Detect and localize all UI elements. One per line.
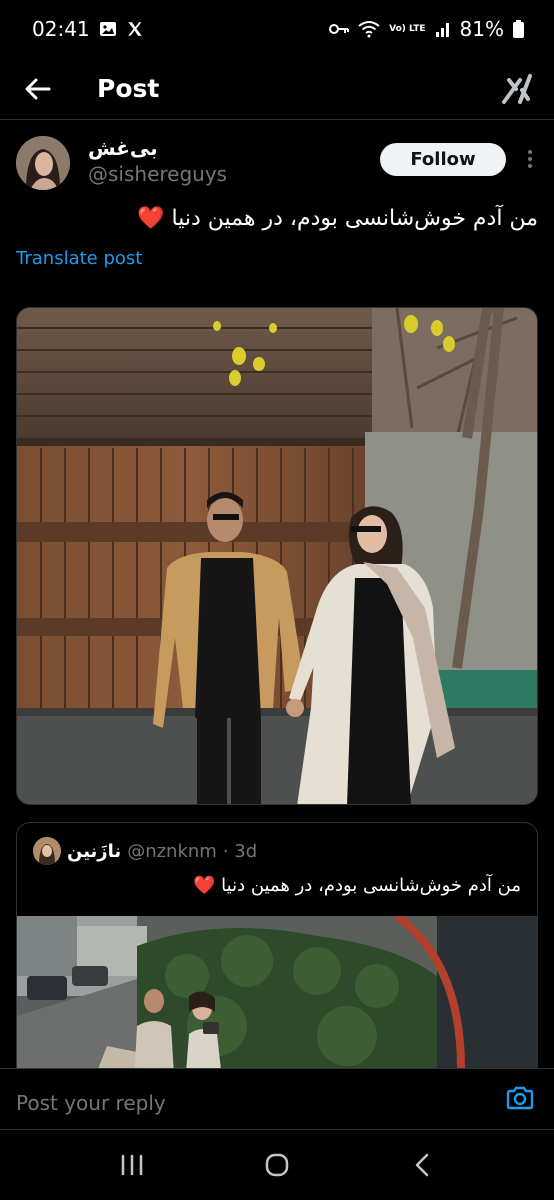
avatar[interactable]: [16, 136, 70, 190]
quote-body: من آدم خوش‌شانسی بودم، در همین دنیا: [221, 875, 521, 896]
quote-avatar: [33, 837, 61, 865]
grok-icon: [502, 74, 532, 104]
status-time: 02:41: [32, 17, 90, 41]
system-nav-bar: [0, 1130, 554, 1200]
status-bar: 02:41 Vo) LTE 81%: [0, 0, 554, 58]
status-right: Vo) LTE 81%: [329, 17, 524, 41]
more-vertical-icon: [528, 150, 532, 168]
wifi-icon: [358, 20, 380, 38]
home-button[interactable]: [247, 1140, 307, 1190]
reply-input[interactable]: Post your reply: [16, 1091, 166, 1115]
battery-percent: 81%: [459, 17, 504, 41]
x-logo-icon: [126, 20, 144, 38]
arrow-left-icon: [25, 78, 51, 99]
couple-photo: [17, 308, 537, 804]
recent-apps-button[interactable]: [102, 1140, 162, 1190]
post-author: بی‌غش @sishereguys Follow: [16, 132, 540, 196]
author-name[interactable]: بی‌غش: [88, 136, 158, 160]
camera-button[interactable]: [506, 1086, 534, 1114]
post-body: من آدم خوش‌شانسی بودم، در همین دنیا: [171, 206, 538, 231]
more-options-button[interactable]: [520, 142, 540, 176]
follow-button[interactable]: Follow: [380, 143, 506, 176]
author-handle[interactable]: @sishereguys: [88, 162, 227, 186]
key-icon: [329, 23, 350, 35]
post-image[interactable]: [16, 307, 538, 805]
camera-icon: [506, 1086, 534, 1110]
quote-heart-emoji: ❤️: [193, 875, 216, 896]
battery-icon: [513, 20, 524, 38]
heart-emoji: ❤️: [137, 206, 165, 231]
quote-header: نازَنین @nznknm · 3d: [33, 837, 257, 865]
quote-time: · 3d: [222, 840, 258, 862]
quote-author-name: نازَنین: [67, 840, 122, 862]
back-button[interactable]: [0, 58, 76, 120]
signal-icon: [435, 21, 451, 37]
page-title: Post: [97, 74, 160, 103]
grok-button[interactable]: [500, 72, 534, 110]
status-left: 02:41: [32, 17, 144, 41]
chevron-left-icon: [415, 1153, 428, 1177]
translate-link[interactable]: Translate post: [16, 248, 142, 269]
back-nav-button[interactable]: [392, 1140, 452, 1190]
top-app-bar: Post: [0, 58, 554, 120]
reply-bar: Post your reply: [0, 1068, 554, 1130]
gallery-icon: [99, 20, 117, 38]
recent-apps-icon: [122, 1154, 143, 1176]
post-text: من آدم خوش‌شانسی بودم، در همین دنیا ❤️: [18, 200, 538, 238]
quote-author-handle: @nznknm: [127, 840, 217, 862]
quote-text: من آدم خوش‌شانسی بودم، در همین دنیا ❤️: [31, 875, 521, 896]
home-icon: [265, 1153, 289, 1177]
network-type: Vo) LTE: [389, 23, 426, 34]
